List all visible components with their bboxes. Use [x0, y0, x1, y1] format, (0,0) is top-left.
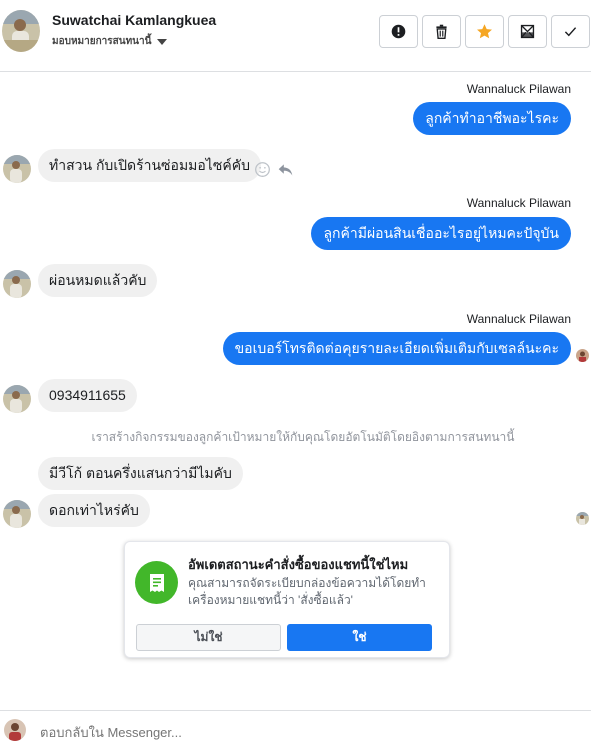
conversation-toolbar: [379, 15, 590, 48]
mark-unread-button[interactable]: [508, 15, 547, 48]
contact-name: Suwatchai Kamlangkuea: [52, 12, 217, 28]
customer-seen-avatar: [576, 512, 589, 525]
seen-receipt-avatar: [576, 349, 589, 362]
sender-name: Wannaluck Pilawan: [466, 312, 571, 326]
outgoing-message[interactable]: ขอเบอร์โทรติดต่อคุยรายละเอียดเพิ่มเติมกั…: [222, 332, 571, 365]
customer-avatar: [3, 270, 31, 298]
order-status-prompt: อัพเดตสถานะคำสั่งซื้อของแชทนี้ใช่ไหม คุณ…: [124, 541, 450, 658]
outgoing-message[interactable]: ลูกค้าทำอาชีพอะไรคะ: [413, 102, 571, 135]
checkmark-icon: [564, 27, 577, 37]
react-smiley-icon[interactable]: [254, 161, 271, 178]
yes-button[interactable]: ใช่: [287, 624, 432, 651]
reply-input[interactable]: [40, 725, 540, 740]
incoming-message[interactable]: ทำสวน กับเปิดร้านซ่อมมอไซค์คับ: [38, 149, 261, 182]
page-avatar: [4, 719, 26, 741]
prompt-description: คุณสามารถจัดระเบียบกล่องข้อความได้โดยทำเ…: [188, 576, 426, 607]
incoming-message[interactable]: มีวีโก้ ตอนครึ่งแสนกว่ามีไมคับ: [38, 457, 243, 490]
system-note: เราสร้างกิจกรรมของลูกค้าเป้าหมายให้กับคุ…: [91, 430, 515, 444]
reply-arrow-icon[interactable]: [277, 161, 294, 178]
caret-down-icon: [157, 38, 168, 45]
customer-avatar: [3, 385, 31, 413]
contact-avatar[interactable]: [2, 10, 40, 52]
delete-button[interactable]: [422, 15, 461, 48]
incoming-message[interactable]: 0934911655: [38, 379, 137, 412]
sender-name: Wannaluck Pilawan: [466, 196, 571, 210]
order-receipt-icon: [135, 561, 178, 604]
customer-avatar: [3, 500, 31, 528]
incoming-message[interactable]: ผ่อนหมดแล้วคับ: [38, 264, 158, 297]
sender-name: Wannaluck Pilawan: [466, 82, 571, 96]
incoming-message[interactable]: ดอกเท่าไหร่คับ: [38, 494, 150, 527]
prompt-title: อัพเดตสถานะคำสั่งซื้อของแชทนี้ใช่ไหม: [188, 557, 409, 572]
report-button[interactable]: [379, 15, 418, 48]
message-hover-actions: [254, 161, 294, 178]
mark-done-button[interactable]: [551, 15, 590, 48]
assign-conversation-label: มอบหมายการสนทนานี้: [52, 36, 152, 47]
assign-conversation-dropdown[interactable]: มอบหมายการสนทนานี้: [52, 34, 168, 49]
star-icon: [477, 24, 492, 39]
conversation-header: Suwatchai Kamlangkuea มอบหมายการสนทนานี้: [0, 0, 591, 72]
no-button[interactable]: ไม่ใช่: [136, 624, 281, 651]
star-button[interactable]: [465, 15, 504, 48]
outgoing-message[interactable]: ลูกค้ามีผ่อนสินเชื่ออะไรอยู่ไหมคะปัจุบัน: [311, 217, 571, 250]
trash-icon: [436, 24, 447, 39]
alert-circle-icon: [391, 24, 406, 39]
reply-composer: [0, 710, 591, 744]
customer-avatar: [3, 155, 31, 183]
mark-unread-icon: [520, 24, 535, 39]
